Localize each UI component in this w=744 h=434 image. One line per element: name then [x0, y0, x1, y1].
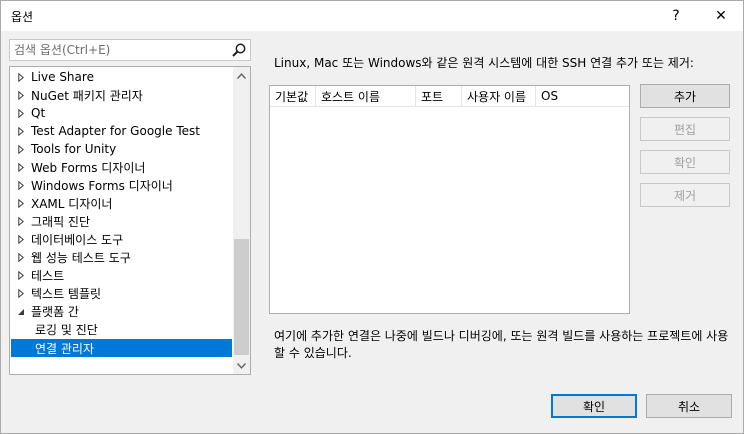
expand-arrow-icon[interactable]	[11, 72, 31, 82]
tree-item-label: 웹 성능 테스트 도구	[31, 251, 131, 266]
tree-item-label: Test Adapter for Google Test	[31, 124, 200, 139]
options-tree: Live Share NuGet 패키지 관리자 Qt Test Adapter fo…	[9, 66, 251, 375]
add-button[interactable]: 추가	[640, 84, 730, 108]
tree-item[interactable]: Web Forms 디자이너	[11, 158, 232, 176]
window-title: 옵션	[11, 10, 34, 24]
tree-item[interactable]: Windows Forms 디자이너	[11, 176, 232, 194]
cancel-button[interactable]: 취소	[646, 394, 732, 418]
tree-item-label: 텍스트 템플릿	[31, 287, 102, 302]
tree-item[interactable]: Qt	[11, 104, 232, 122]
tree-item-label: 테스트	[31, 269, 65, 284]
options-dialog: 옵션 ? ✕ Live Share NuGet 패키지 관리자 Qt Test Ada…	[0, 0, 744, 434]
search-box	[9, 39, 251, 61]
tree-item[interactable]: Tools for Unity	[11, 140, 232, 158]
tree-item[interactable]: NuGet 패키지 관리자	[11, 86, 232, 104]
tree-item-label: 데이터베이스 도구	[31, 233, 124, 248]
connections-table[interactable]: 기본값 호스트 이름 포트 사용자 이름 OS	[269, 85, 630, 314]
tree-item-label: 그래픽 진단	[31, 215, 91, 230]
tree-item[interactable]: 웹 성능 테스트 도구	[11, 249, 232, 267]
tree-item-label: Web Forms 디자이너	[31, 160, 146, 175]
expand-arrow-icon[interactable]	[11, 162, 31, 172]
tree-item-label: Windows Forms 디자이너	[31, 178, 173, 193]
tree-item-label: Tools for Unity	[31, 142, 117, 157]
title-bar: 옵션 ? ✕	[1, 1, 743, 31]
connections-note: 여기에 추가한 연결은 나중에 빌드나 디버깅에, 또는 원격 빌드를 사용하는…	[274, 329, 729, 360]
column-header-hostname[interactable]: 호스트 이름	[316, 86, 416, 107]
column-header-default[interactable]: 기본값	[270, 86, 316, 107]
tree-item-label: XAML 디자이너	[31, 196, 113, 211]
tree-item[interactable]: Test Adapter for Google Test	[11, 122, 232, 140]
tree-item[interactable]: XAML 디자이너	[11, 194, 232, 212]
tree-item-label: 연결 관리자	[35, 341, 95, 356]
tree-item[interactable]: 플랫폼 간	[11, 303, 232, 321]
tree-item[interactable]: 테스트	[11, 267, 232, 285]
expand-arrow-icon[interactable]	[11, 253, 31, 263]
expand-arrow-icon[interactable]	[11, 235, 31, 245]
collapse-arrow-icon[interactable]	[11, 308, 31, 316]
expand-arrow-icon[interactable]	[11, 271, 31, 281]
tree-item[interactable]: 텍스트 템플릿	[11, 285, 232, 303]
remove-button[interactable]: 제거	[640, 183, 730, 207]
scroll-up-icon[interactable]	[233, 67, 250, 84]
search-input[interactable]	[14, 42, 224, 58]
expand-arrow-icon[interactable]	[11, 126, 31, 136]
expand-arrow-icon[interactable]	[11, 217, 31, 227]
tree-item-label: 로깅 및 진단	[35, 323, 98, 338]
verify-button[interactable]: 확인	[640, 150, 730, 174]
ok-button[interactable]: 확인	[551, 394, 637, 418]
expand-arrow-icon[interactable]	[11, 90, 31, 100]
column-header-port[interactable]: 포트	[416, 86, 462, 107]
tree-item-label: 플랫폼 간	[31, 305, 79, 320]
tree-item[interactable]: 로깅 및 진단	[11, 321, 232, 339]
close-button[interactable]: ✕	[701, 1, 741, 31]
column-header-username[interactable]: 사용자 이름	[462, 86, 536, 107]
expand-arrow-icon[interactable]	[11, 108, 31, 118]
tree-item-label: Live Share	[31, 70, 94, 84]
tree-item-label: NuGet 패키지 관리자	[31, 88, 143, 103]
section-description: Linux, Mac 또는 Windows와 같은 원격 시스템에 대한 SSH…	[274, 56, 694, 70]
tree-item-label: Qt	[31, 106, 46, 121]
tree-item[interactable]: 데이터베이스 도구	[11, 231, 232, 249]
scroll-thumb[interactable]	[234, 239, 249, 355]
edit-button[interactable]: 편집	[640, 117, 730, 141]
tree-item[interactable]: 연결 관리자	[11, 339, 232, 358]
expand-arrow-icon[interactable]	[11, 144, 31, 154]
tree-item[interactable]: Live Share	[11, 68, 232, 86]
scroll-down-icon[interactable]	[233, 357, 250, 374]
tree-scrollbar[interactable]	[233, 67, 250, 374]
expand-arrow-icon[interactable]	[11, 289, 31, 299]
tree-item[interactable]: 그래픽 진단	[11, 213, 232, 231]
search-icon[interactable]	[231, 42, 247, 58]
expand-arrow-icon[interactable]	[11, 198, 31, 208]
column-header-os[interactable]: OS	[536, 86, 629, 107]
help-button[interactable]: ?	[656, 1, 696, 31]
expand-arrow-icon[interactable]	[11, 180, 31, 190]
